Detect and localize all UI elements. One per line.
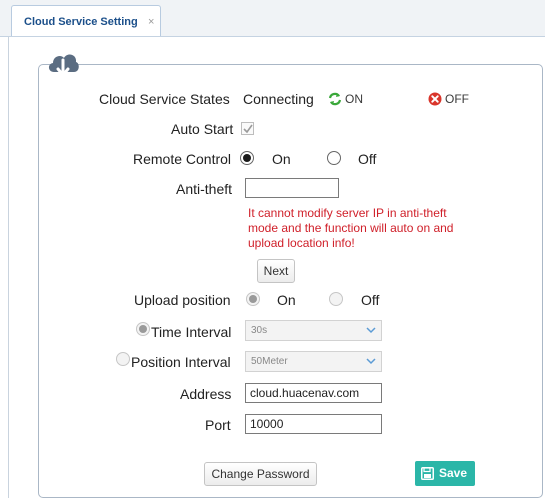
time-interval-value: 30s xyxy=(251,325,268,336)
remote-control-off-label: Off xyxy=(358,151,377,167)
anti-theft-warning: It cannot modify server IP in anti-theft… xyxy=(248,206,454,250)
save-label: Save xyxy=(439,466,468,480)
cloud-download-icon xyxy=(48,54,79,77)
upload-position-off-radio[interactable] xyxy=(329,292,343,306)
auto-start-checkbox[interactable] xyxy=(241,122,254,135)
chevron-down-icon xyxy=(366,327,376,334)
cloud-state-label: Cloud Service States xyxy=(99,91,230,107)
auto-start-label: Auto Start xyxy=(171,121,234,137)
port-input[interactable] xyxy=(245,414,382,434)
save-button[interactable]: Save xyxy=(415,461,475,486)
upload-position-on-radio[interactable] xyxy=(246,292,260,306)
remote-control-label: Remote Control xyxy=(133,151,232,167)
position-interval-radio[interactable] xyxy=(116,352,130,366)
cloud-off-button[interactable]: OFF xyxy=(445,92,469,106)
chevron-down-icon xyxy=(366,358,376,365)
left-divider xyxy=(8,37,9,498)
cloud-on-button[interactable]: ON xyxy=(345,92,363,106)
position-interval-value: 50Meter xyxy=(251,356,288,367)
anti-theft-input[interactable] xyxy=(245,178,339,198)
address-input[interactable] xyxy=(245,383,382,403)
address-label: Address xyxy=(180,386,232,402)
time-interval-label: Time Interval xyxy=(151,324,232,340)
time-interval-select[interactable]: 30s xyxy=(245,320,382,341)
tab-cloud-service-setting[interactable]: Cloud Service Setting × xyxy=(11,5,161,36)
cloud-state-value: Connecting xyxy=(243,91,314,107)
upload-position-label: Upload position xyxy=(134,292,231,308)
remote-control-off-radio[interactable] xyxy=(327,151,341,165)
close-red-icon[interactable] xyxy=(428,92,442,111)
remote-control-on-label: On xyxy=(272,151,291,167)
tab-close-icon[interactable]: × xyxy=(148,16,154,28)
port-label: Port xyxy=(205,417,231,433)
tab-title: Cloud Service Setting xyxy=(24,16,138,28)
remote-control-on-radio[interactable] xyxy=(240,151,254,165)
change-password-button[interactable]: Change Password xyxy=(204,462,317,486)
position-interval-label: Position Interval xyxy=(131,354,231,370)
sync-green-icon xyxy=(328,92,342,111)
upload-position-on-label: On xyxy=(277,292,296,308)
position-interval-select[interactable]: 50Meter xyxy=(245,351,382,372)
next-button[interactable]: Next xyxy=(257,259,295,283)
floppy-disk-icon xyxy=(421,467,434,480)
upload-position-off-label: Off xyxy=(361,292,380,308)
tab-bar: Cloud Service Setting × xyxy=(0,0,545,37)
time-interval-radio[interactable] xyxy=(136,322,150,336)
anti-theft-label: Anti-theft xyxy=(176,181,233,197)
